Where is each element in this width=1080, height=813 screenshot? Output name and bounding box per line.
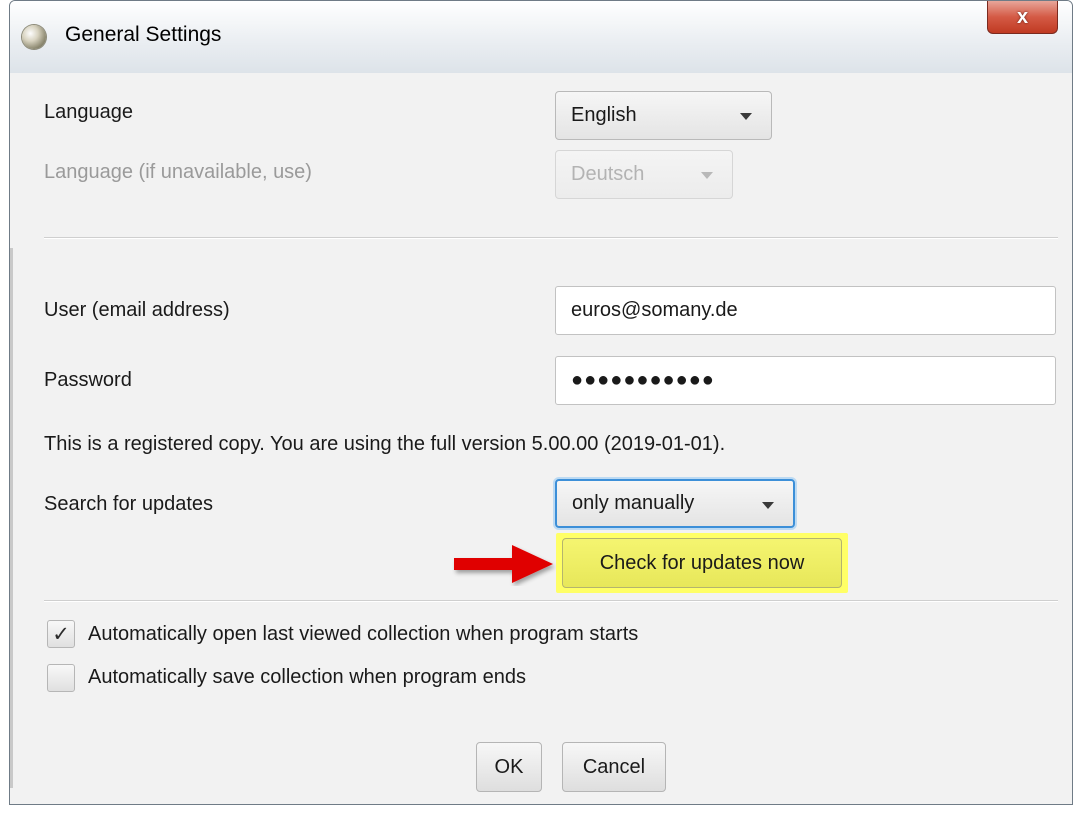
section-divider <box>44 237 1058 238</box>
password-field[interactable]: ●●●●●●●●●●● <box>555 356 1056 405</box>
updates-label: Search for updates <box>44 493 213 515</box>
autosave-collection-label[interactable]: Automatically save collection when progr… <box>88 666 526 689</box>
chevron-down-icon <box>701 172 713 179</box>
open-last-collection-label[interactable]: Automatically open last viewed collectio… <box>88 623 638 646</box>
dialog-title: General Settings <box>65 23 222 46</box>
autosave-collection-checkbox[interactable] <box>47 664 75 692</box>
title-bar[interactable]: General Settings x <box>10 1 1072 74</box>
updates-frequency-select[interactable]: only manually <box>555 479 795 528</box>
cancel-button[interactable]: Cancel <box>562 742 666 792</box>
chevron-down-icon <box>740 113 752 120</box>
registration-info: This is a registered copy. You are using… <box>44 433 726 455</box>
red-arrow-icon <box>454 545 553 583</box>
fallback-language-label: Language (if unavailable, use) <box>44 161 312 183</box>
updates-frequency-value: only manually <box>572 492 695 514</box>
language-label: Language <box>44 101 133 123</box>
settings-dialog: General Settings x Language English Lang… <box>9 0 1073 805</box>
close-button[interactable]: x <box>987 1 1058 34</box>
open-last-collection-checkbox[interactable]: ✓ <box>47 620 75 648</box>
fallback-language-value: Deutsch <box>571 163 645 185</box>
user-label: User (email address) <box>44 299 230 321</box>
section-divider <box>44 600 1058 601</box>
language-select-value: English <box>571 104 637 126</box>
check-updates-highlight: Check for updates now <box>556 533 848 593</box>
dialog-content: Language English Language (if unavailabl… <box>10 73 1072 804</box>
left-edge-bar <box>10 248 13 788</box>
password-label: Password <box>44 369 132 391</box>
language-select[interactable]: English <box>555 91 772 140</box>
chevron-down-icon <box>762 502 774 509</box>
email-field[interactable]: euros@somany.de <box>555 286 1056 335</box>
fallback-language-select: Deutsch <box>555 150 733 199</box>
app-globe-icon <box>22 25 46 49</box>
check-updates-button[interactable]: Check for updates now <box>562 538 842 588</box>
ok-button[interactable]: OK <box>476 742 542 792</box>
